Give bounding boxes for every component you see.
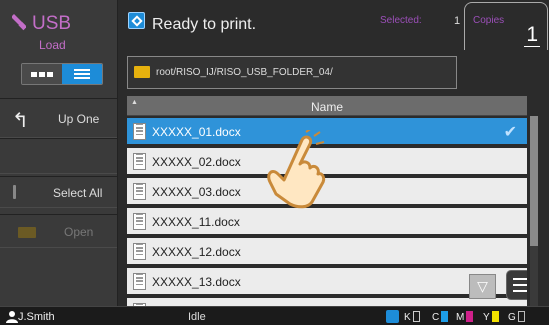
open-button[interactable]: Open — [0, 214, 117, 248]
ink-k-level — [412, 311, 420, 322]
usb-label: USB — [32, 13, 72, 34]
load-label: Load — [39, 38, 66, 52]
menu-button[interactable] — [506, 270, 527, 300]
folder-icon — [134, 66, 150, 78]
usb-load-title: USB Load — [10, 8, 110, 60]
ink-k-label: K — [404, 312, 411, 323]
ink-m-level — [466, 311, 474, 322]
document-icon — [133, 243, 146, 260]
name-column-header[interactable]: ▲ Name — [127, 96, 527, 116]
copies-label: Copies — [473, 15, 505, 26]
folder-path-bar: root/RISO_IJ/RISO_USB_FOLDER_04/ — [127, 56, 457, 89]
ink-m-label: M — [456, 312, 465, 323]
ready-status-icon — [128, 12, 145, 29]
ink-y-level — [491, 311, 499, 322]
ink-g-level — [517, 311, 525, 322]
file-row[interactable]: XXXXX_11.docx — [127, 208, 527, 236]
header: Ready to print. Selected: 1 Copies 1 — [118, 0, 549, 50]
user-name: J.Smith — [18, 311, 55, 323]
folder-icon — [18, 227, 36, 238]
scrollbar-thumb[interactable] — [530, 116, 538, 246]
connection-icon — [386, 310, 399, 323]
file-row[interactable]: XXXXX_12.docx — [127, 238, 527, 266]
ink-c-label: C — [432, 312, 440, 323]
ink-k: K — [404, 311, 420, 323]
up-arrow-icon: ↰ — [12, 110, 29, 132]
sidebar: USB Load ↰ Up One Select All Open — [0, 0, 118, 306]
usb-icon — [12, 14, 26, 31]
select-all-label: Select All — [53, 186, 103, 200]
select-all-button[interactable]: Select All — [0, 176, 117, 208]
file-row-partial[interactable] — [127, 298, 527, 306]
select-all-icon — [13, 185, 16, 199]
ink-y: Y — [483, 311, 499, 323]
status-bar: J.Smith Idle K C M Y G — [0, 306, 549, 325]
copies-field[interactable]: Copies 1 — [464, 2, 548, 50]
document-icon — [133, 213, 146, 230]
file-name: XXXXX_01.docx — [152, 125, 241, 139]
document-icon — [133, 123, 146, 140]
name-column-label: Name — [310, 100, 343, 114]
user-icon — [6, 311, 18, 323]
folder-path: root/RISO_IJ/RISO_USB_FOLDER_04/ — [156, 67, 333, 78]
list-view-icon — [74, 67, 90, 81]
file-name: XXXXX_13.docx — [152, 275, 241, 289]
up-one-button[interactable]: ↰ Up One — [0, 98, 117, 138]
scroll-down-button[interactable]: ▽ — [469, 274, 496, 299]
document-icon — [133, 153, 146, 170]
ink-m: M — [456, 311, 474, 323]
ink-y-label: Y — [483, 312, 490, 323]
ink-g-label: G — [508, 312, 516, 323]
thumbnail-view-button[interactable] — [22, 64, 62, 84]
file-name: XXXXX_03.docx — [152, 185, 241, 199]
list-view-button[interactable] — [62, 64, 102, 84]
up-one-label: Up One — [58, 112, 100, 126]
sidebar-blank-row — [0, 138, 117, 174]
document-icon — [133, 273, 146, 290]
ink-c-level — [441, 311, 449, 322]
file-name: XXXXX_12.docx — [152, 245, 241, 259]
view-toggle — [21, 63, 103, 85]
copies-value: 1 — [524, 23, 540, 47]
file-name: XXXXX_11.docx — [152, 215, 240, 229]
document-icon — [133, 183, 146, 200]
selected-label: Selected: — [380, 15, 422, 26]
ink-c: C — [432, 311, 449, 323]
checkmark-icon: ✔ — [503, 124, 517, 141]
open-label: Open — [64, 225, 94, 239]
status-message: Ready to print. — [152, 16, 257, 33]
triangle-down-icon: ▽ — [477, 278, 488, 294]
machine-state: Idle — [188, 311, 206, 323]
file-name: XXXXX_02.docx — [152, 155, 241, 169]
selected-count: 1 — [454, 15, 461, 27]
ink-g: G — [508, 311, 525, 323]
file-row[interactable]: XXXXX_13.docx — [127, 268, 527, 296]
tap-hand-icon — [267, 130, 326, 209]
